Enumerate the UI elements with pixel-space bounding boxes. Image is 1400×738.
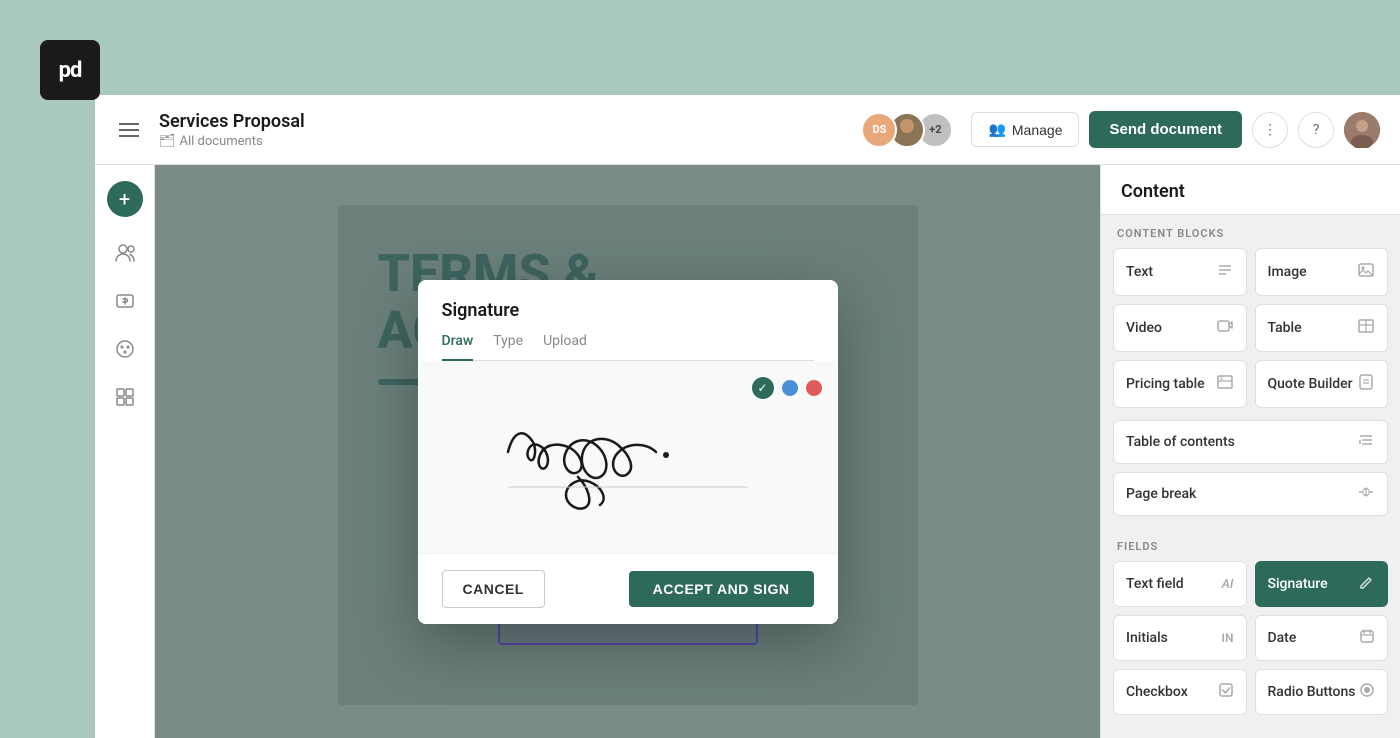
- section-label-content-blocks: CONTENT BLOCKS: [1101, 215, 1400, 248]
- modal-overlay: Signature Draw Type Upload ✓: [155, 165, 1100, 738]
- app-container: Services Proposal 🗂 All documents DS +2 …: [95, 95, 1400, 738]
- signature-field-icon: [1359, 574, 1375, 594]
- image-icon: [1357, 261, 1375, 283]
- table-icon: [1357, 317, 1375, 339]
- initials-icon: IN: [1222, 631, 1234, 645]
- toolbar-palette-icon[interactable]: [105, 329, 145, 369]
- manage-button[interactable]: 👥 Manage: [971, 112, 1079, 147]
- avatar-group: DS +2: [861, 112, 953, 148]
- breadcrumb[interactable]: 🗂 All documents: [159, 134, 845, 149]
- add-content-button[interactable]: +: [107, 181, 143, 217]
- tab-draw[interactable]: Draw: [442, 333, 474, 361]
- toolbar-people-icon[interactable]: [105, 233, 145, 273]
- block-text[interactable]: Text: [1113, 248, 1247, 296]
- fields-grid: Text field AI Signature Initials IN: [1101, 561, 1400, 727]
- toolbar-grid-icon[interactable]: [105, 377, 145, 417]
- quote-builder-icon: [1357, 373, 1375, 395]
- page-break-icon: [1357, 483, 1375, 505]
- panel-title: Content: [1121, 181, 1380, 202]
- svg-text:$: $: [1220, 375, 1223, 382]
- signature-modal: Signature Draw Type Upload ✓: [418, 280, 838, 624]
- field-initials[interactable]: Initials IN: [1113, 615, 1247, 661]
- block-pricing-table[interactable]: Pricing table $: [1113, 360, 1247, 408]
- more-options-button[interactable]: ⋮: [1252, 112, 1288, 148]
- tab-type[interactable]: Type: [493, 333, 523, 361]
- checkbox-icon: [1218, 682, 1234, 702]
- block-quote-builder[interactable]: Quote Builder: [1255, 360, 1389, 408]
- logo-text: pd: [59, 58, 82, 83]
- toolbar-dollar-icon[interactable]: [105, 281, 145, 321]
- accept-and-sign-button[interactable]: ACCEPT AND SIGN: [629, 571, 814, 607]
- field-radio-buttons[interactable]: Radio Buttons: [1255, 669, 1389, 715]
- block-text-label: Text: [1126, 264, 1153, 280]
- signature-indicators: ✓: [752, 377, 822, 399]
- body-layout: +: [95, 165, 1400, 738]
- modal-footer: CANCEL ACCEPT AND SIGN: [418, 553, 838, 624]
- block-video[interactable]: Video: [1113, 304, 1247, 352]
- text-field-label: Text field: [1126, 576, 1184, 592]
- block-page-break[interactable]: Page break: [1113, 472, 1388, 516]
- video-icon: [1216, 317, 1234, 339]
- signature-field-label: Signature: [1268, 576, 1328, 592]
- cancel-button[interactable]: CANCEL: [442, 570, 545, 608]
- block-table[interactable]: Table: [1255, 304, 1389, 352]
- sig-dot-red: [806, 380, 822, 396]
- left-toolbar: +: [95, 165, 155, 738]
- help-button[interactable]: ?: [1298, 112, 1334, 148]
- document-area: TERMS &AGREE Signature Draw Type Upload: [155, 165, 1100, 738]
- panel-header: Content: [1101, 165, 1400, 215]
- tab-upload[interactable]: Upload: [543, 333, 587, 361]
- modal-tabs: Draw Type Upload: [442, 333, 814, 361]
- content-blocks-grid: Text Image: [1101, 248, 1400, 420]
- block-table-label: Table: [1268, 320, 1302, 336]
- pricing-table-icon: $: [1216, 373, 1234, 395]
- radio-icon: [1359, 682, 1375, 702]
- date-icon: [1359, 628, 1375, 648]
- logo[interactable]: pd: [40, 40, 100, 100]
- avatar-ds: DS: [861, 112, 897, 148]
- sig-dot-blue: [782, 380, 798, 396]
- modal-title: Signature: [442, 300, 814, 321]
- date-label: Date: [1268, 630, 1297, 646]
- header-actions: DS +2 👥 Manage Send document ⋮ ?: [861, 111, 1380, 148]
- block-quote-label: Quote Builder: [1268, 376, 1353, 392]
- block-pricing-label: Pricing table: [1126, 376, 1205, 392]
- toc-icon: [1357, 431, 1375, 453]
- right-panel: Content CONTENT BLOCKS Text: [1100, 165, 1400, 738]
- full-width-blocks: Table of contents Page break: [1101, 420, 1400, 528]
- block-video-label: Video: [1126, 320, 1162, 336]
- modal-body[interactable]: ✓: [418, 361, 838, 553]
- block-image[interactable]: Image: [1255, 248, 1389, 296]
- block-table-of-contents[interactable]: Table of contents: [1113, 420, 1388, 464]
- block-image-label: Image: [1268, 264, 1307, 280]
- user-avatar[interactable]: [1344, 112, 1380, 148]
- field-checkbox[interactable]: Checkbox: [1113, 669, 1247, 715]
- initials-label: Initials: [1126, 630, 1168, 646]
- field-date[interactable]: Date: [1255, 615, 1389, 661]
- toc-label: Table of contents: [1126, 434, 1235, 450]
- field-signature[interactable]: Signature: [1255, 561, 1389, 607]
- doc-title: Services Proposal: [159, 111, 845, 132]
- send-document-button[interactable]: Send document: [1089, 111, 1242, 148]
- field-text-field[interactable]: Text field AI: [1113, 561, 1247, 607]
- header: Services Proposal 🗂 All documents DS +2 …: [95, 95, 1400, 165]
- signature-canvas[interactable]: [442, 377, 814, 537]
- radio-buttons-label: Radio Buttons: [1268, 684, 1356, 700]
- text-icon: [1216, 261, 1234, 283]
- text-field-icon: AI: [1222, 577, 1234, 592]
- modal-header: Signature Draw Type Upload: [418, 280, 838, 361]
- hamburger-menu[interactable]: [115, 119, 143, 141]
- page-break-label: Page break: [1126, 486, 1196, 502]
- checkbox-label: Checkbox: [1126, 684, 1188, 700]
- section-label-fields: FIELDS: [1101, 528, 1400, 561]
- sig-check-icon: ✓: [752, 377, 774, 399]
- doc-title-area: Services Proposal 🗂 All documents: [159, 111, 845, 149]
